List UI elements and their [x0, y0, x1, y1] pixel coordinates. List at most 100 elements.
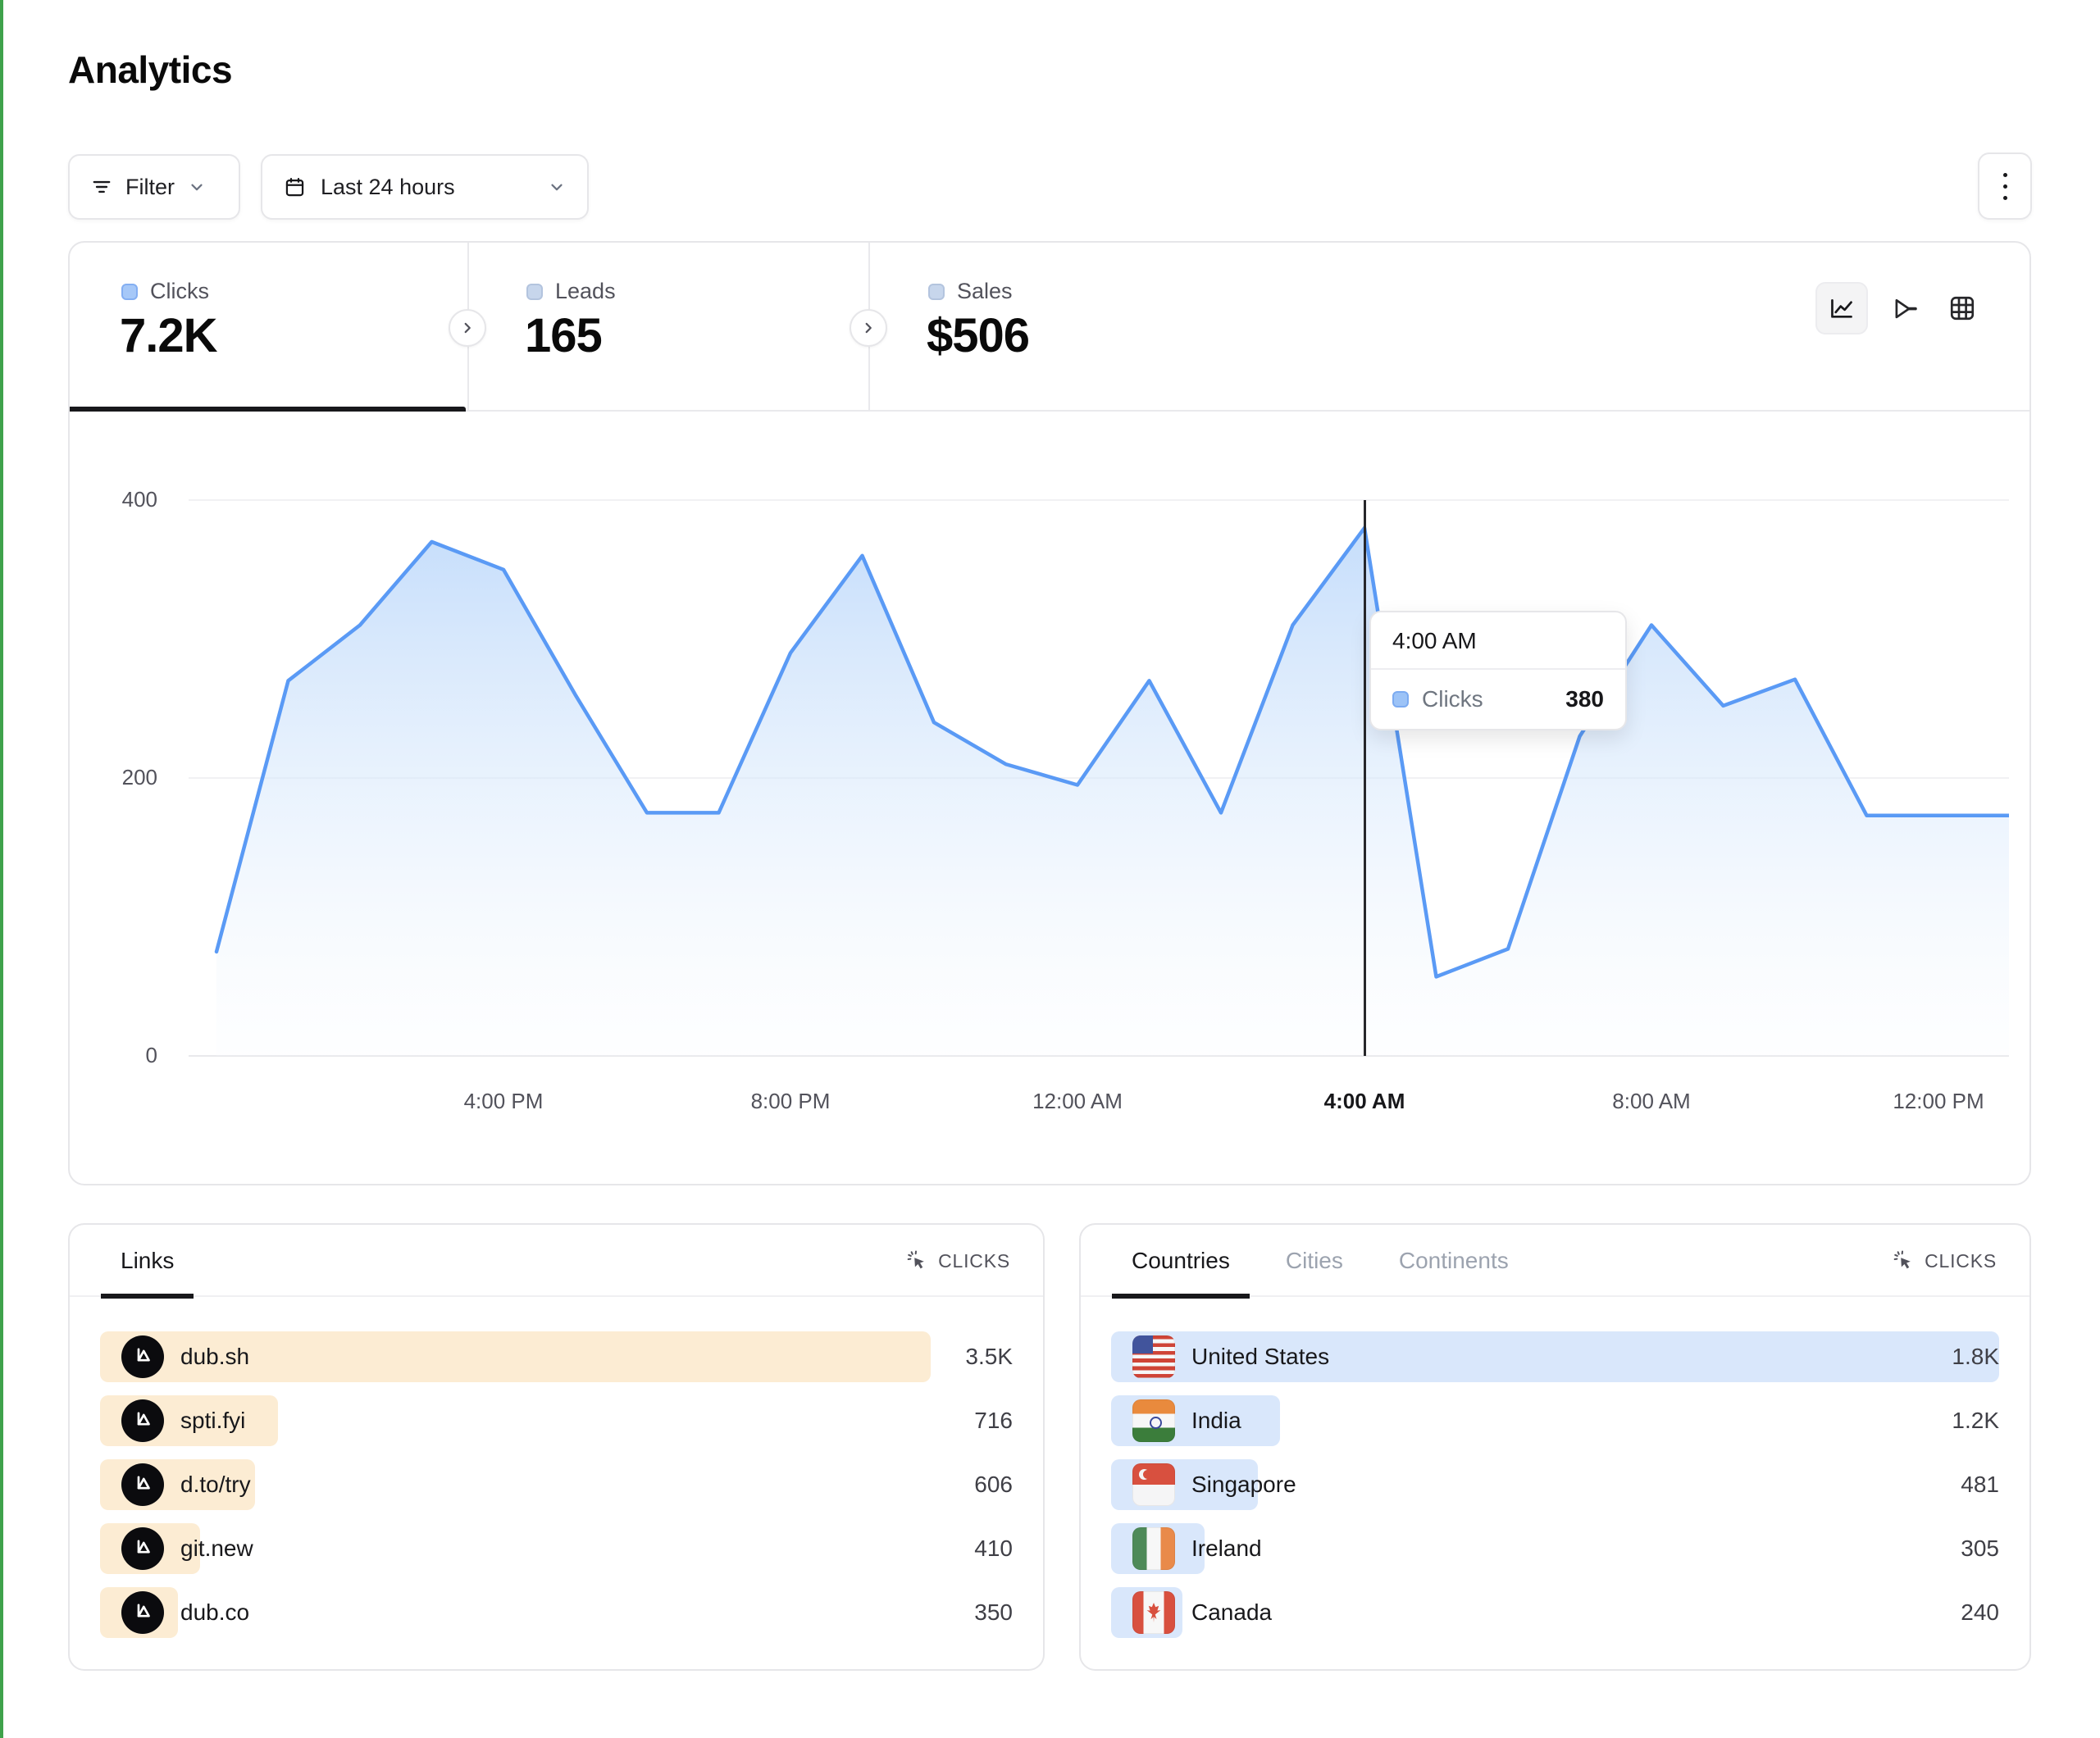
- next-stat-button[interactable]: [449, 309, 486, 347]
- clicks-legend-square: [1392, 691, 1409, 707]
- chevron-right-icon: [859, 319, 877, 337]
- tab-countries-label: Countries: [1132, 1248, 1230, 1274]
- metric-label: CLICKS: [1925, 1250, 1997, 1272]
- dub-logo-icon: [121, 1591, 164, 1634]
- x-axis-tick: 12:00 AM: [1032, 1089, 1123, 1114]
- ca-flag-icon: [1132, 1591, 1175, 1634]
- page-title: Analytics: [68, 48, 232, 92]
- line-chart-view-button[interactable]: [1815, 282, 1868, 334]
- link-label: dub.sh: [180, 1344, 249, 1370]
- filter-button-label: Filter: [125, 175, 175, 200]
- sales-value: $506: [927, 308, 1029, 363]
- link-clicks-value: 3.5K: [965, 1344, 1013, 1370]
- tab-continents-label: Continents: [1399, 1248, 1509, 1274]
- link-row[interactable]: dub.co 350: [100, 1587, 1013, 1638]
- country-clicks-value: 1.2K: [1952, 1408, 1999, 1434]
- link-clicks-value: 410: [974, 1536, 1013, 1562]
- x-axis-tick: 8:00 PM: [751, 1089, 831, 1114]
- link-label: d.to/try: [180, 1472, 251, 1498]
- tab-countries[interactable]: Countries: [1112, 1225, 1250, 1297]
- link-clicks-value: 606: [974, 1472, 1013, 1498]
- link-row[interactable]: git.new 410: [100, 1523, 1013, 1574]
- area-fill: [216, 528, 2009, 1056]
- dub-logo-icon: [121, 1527, 164, 1570]
- stat-label: Clicks: [150, 279, 209, 304]
- table-view-icon: [1948, 294, 1976, 322]
- tab-clicks[interactable]: Clicks 7.2K: [70, 243, 466, 410]
- next-stat-button[interactable]: [850, 309, 887, 347]
- sg-flag-icon: [1132, 1463, 1175, 1506]
- countries-panel: Countries Cities Continents CLICKS Unite…: [1079, 1223, 2031, 1671]
- dub-logo-icon: [121, 1335, 164, 1378]
- funnel-view-icon: [1890, 294, 1918, 322]
- link-row[interactable]: d.to/try 606: [100, 1459, 1013, 1510]
- leads-swatch-icon: [526, 284, 543, 300]
- chevron-down-icon: [548, 178, 566, 196]
- country-clicks-value: 1.8K: [1952, 1344, 1999, 1370]
- x-axis-tick: 4:00 AM: [1324, 1089, 1405, 1114]
- country-clicks-value: 240: [1961, 1599, 1999, 1626]
- tab-sales[interactable]: Sales $506: [870, 243, 1280, 410]
- cursor-click-icon: [1893, 1250, 1916, 1272]
- link-label: git.new: [180, 1536, 253, 1562]
- tab-links-label: Links: [121, 1248, 174, 1274]
- date-range-label: Last 24 hours: [321, 175, 455, 200]
- x-axis-tick: 8:00 AM: [1612, 1089, 1690, 1114]
- calendar-icon: [284, 176, 306, 198]
- link-row[interactable]: spti.fyi 716: [100, 1395, 1013, 1446]
- country-label: Singapore: [1191, 1472, 1296, 1498]
- country-clicks-value: 481: [1961, 1472, 1999, 1498]
- link-label: spti.fyi: [180, 1408, 245, 1434]
- more-menu-icon: [2003, 173, 2007, 200]
- ie-flag-icon: [1132, 1527, 1175, 1570]
- tooltip-time: 4:00 AM: [1371, 612, 1625, 670]
- tab-cities-label: Cities: [1286, 1248, 1343, 1274]
- tab-continents[interactable]: Continents: [1379, 1225, 1528, 1297]
- country-label: United States: [1191, 1344, 1329, 1370]
- country-row[interactable]: Singapore 481: [1111, 1459, 1999, 1510]
- dub-logo-icon: [121, 1399, 164, 1442]
- metric-selector[interactable]: CLICKS: [1893, 1225, 1997, 1297]
- country-row[interactable]: India 1.2K: [1111, 1395, 1999, 1446]
- filter-button[interactable]: Filter: [68, 154, 240, 220]
- window-edge-accent: [0, 0, 3, 1738]
- date-range-button[interactable]: Last 24 hours: [261, 154, 589, 220]
- y-axis-tick: 400: [96, 487, 157, 512]
- leads-value: 165: [525, 308, 602, 363]
- table-view-button[interactable]: [1948, 294, 1976, 322]
- cursor-click-icon: [907, 1250, 929, 1272]
- x-axis-tick: 4:00 PM: [464, 1089, 544, 1114]
- stat-label: Sales: [957, 279, 1013, 304]
- link-clicks-value: 350: [974, 1599, 1013, 1626]
- chevron-down-icon: [188, 178, 206, 196]
- tab-cities[interactable]: Cities: [1266, 1225, 1363, 1297]
- funnel-view-button[interactable]: [1890, 294, 1918, 322]
- y-axis-tick: 200: [96, 765, 157, 789]
- tab-leads[interactable]: Leads 165: [469, 243, 867, 410]
- clicks-area-chart[interactable]: [189, 489, 2009, 1059]
- x-axis: 4:00 PM 8:00 PM 12:00 AM 4:00 AM 8:00 AM 12:0…: [189, 1089, 2009, 1122]
- country-clicks-value: 305: [1961, 1536, 1999, 1562]
- x-axis-tick: 12:00 PM: [1893, 1089, 1984, 1114]
- country-row[interactable]: Canada240: [1111, 1587, 1999, 1638]
- clicks-swatch-icon: [121, 284, 138, 300]
- sales-swatch-icon: [928, 284, 945, 300]
- country-row[interactable]: United States 1.8K: [1111, 1331, 1999, 1382]
- more-menu-button[interactable]: [1978, 152, 2032, 220]
- links-panel: Links CLICKS dub.sh 3.5K spti.fyi 716 d.to/t…: [68, 1223, 1045, 1671]
- metric-label: CLICKS: [938, 1250, 1010, 1272]
- chart-tooltip: 4:00 AM Clicks 380: [1369, 611, 1627, 730]
- dub-logo-icon: [121, 1463, 164, 1506]
- metric-selector[interactable]: CLICKS: [907, 1225, 1010, 1297]
- stat-label: Leads: [555, 279, 616, 304]
- link-row[interactable]: dub.sh 3.5K: [100, 1331, 1013, 1382]
- link-label: dub.co: [180, 1599, 249, 1626]
- chevron-right-icon: [458, 319, 476, 337]
- line-chart-view-icon: [1828, 294, 1856, 322]
- link-clicks-value: 716: [974, 1408, 1013, 1434]
- country-row[interactable]: Ireland305: [1111, 1523, 1999, 1574]
- us-flag-icon: [1132, 1335, 1175, 1378]
- country-label: India: [1191, 1408, 1241, 1434]
- tab-links[interactable]: Links: [101, 1225, 194, 1297]
- analytics-chart-card: Clicks 7.2K Leads 165 Sales $506: [68, 241, 2031, 1185]
